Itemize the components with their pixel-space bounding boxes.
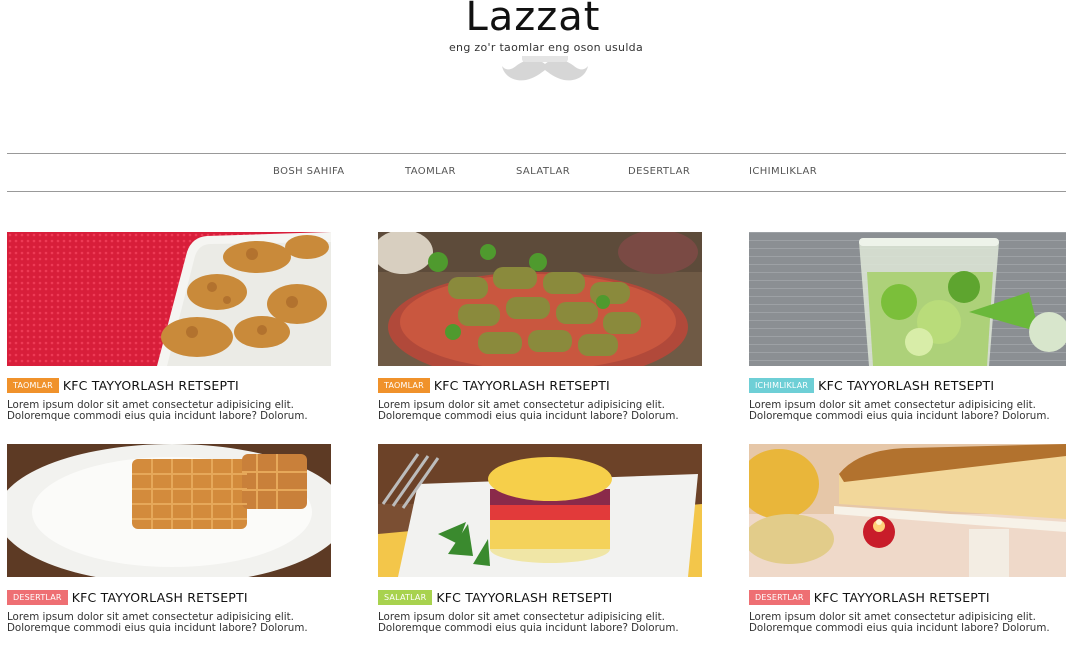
card-meta: ICHIMLIKLAR KFC TAYYORLASH RETSEPTI: [749, 375, 994, 394]
category-badge[interactable]: ICHIMLIKLAR: [749, 378, 815, 393]
nav-item-salatlar[interactable]: SALATLAR: [516, 166, 570, 177]
card-excerpt-line: Doloremque commodi eius quia incidunt la…: [749, 410, 1050, 422]
card-title[interactable]: KFC TAYYORLASH RETSEPTI: [72, 590, 248, 605]
site-header: Lazzat eng zo'r taomlar eng oson usulda: [0, 0, 1066, 110]
recipe-card[interactable]: TAOMLAR KFC TAYYORLASH RETSEPTI Lorem ips…: [7, 232, 331, 432]
nav-item-taomlar[interactable]: TAOMLAR: [405, 166, 456, 177]
card-meta: DESERTLAR KFC TAYYORLASH RETSEPTI: [749, 587, 990, 606]
category-badge[interactable]: DESERTLAR: [749, 590, 810, 605]
nav-item-ichimliklar[interactable]: ICHIMLIKLAR: [749, 166, 817, 177]
dolma-image[interactable]: [378, 232, 702, 366]
card-excerpt-line: Doloremque commodi eius quia incidunt la…: [378, 622, 679, 634]
main-navigation: BOSH SAHIFA TAOMLAR SALATLAR DESERTLAR I…: [7, 153, 1066, 192]
card-excerpt: Lorem ipsum dolor sit amet consectetur a…: [7, 612, 337, 634]
card-title[interactable]: KFC TAYYORLASH RETSEPTI: [63, 378, 239, 393]
nav-item-bosh-sahifa[interactable]: BOSH SAHIFA: [273, 166, 345, 177]
card-title[interactable]: KFC TAYYORLASH RETSEPTI: [814, 590, 990, 605]
site-tagline: eng zo'r taomlar eng oson usulda: [448, 41, 643, 54]
mustache-logo-icon: [502, 56, 588, 81]
card-excerpt-line: Doloremque commodi eius quia incidunt la…: [378, 410, 679, 422]
site-logo-title[interactable]: Lazzat: [0, 0, 1066, 40]
card-excerpt: Lorem ipsum dolor sit amet consectetur a…: [749, 612, 1066, 634]
card-meta: SALATLAR KFC TAYYORLASH RETSEPTI: [378, 587, 612, 606]
card-title[interactable]: KFC TAYYORLASH RETSEPTI: [818, 378, 994, 393]
mojito-drink-image[interactable]: [749, 232, 1066, 366]
category-badge[interactable]: SALATLAR: [378, 590, 433, 605]
recipe-card[interactable]: ICHIMLIKLAR KFC TAYYORLASH RETSEPTI Lorem…: [749, 232, 1066, 432]
card-excerpt: Lorem ipsum dolor sit amet consectetur a…: [7, 400, 337, 422]
recipe-card[interactable]: SALATLAR KFC TAYYORLASH RETSEPTI Lorem ip…: [378, 444, 702, 644]
waffles-image[interactable]: [7, 444, 331, 577]
card-meta: TAOMLAR KFC TAYYORLASH RETSEPTI: [378, 375, 610, 394]
card-excerpt-line: Doloremque commodi eius quia incidunt la…: [7, 622, 308, 634]
category-badge[interactable]: TAOMLAR: [378, 378, 430, 393]
card-meta: DESERTLAR KFC TAYYORLASH RETSEPTI: [7, 587, 248, 606]
cheesecake-image[interactable]: [749, 444, 1066, 577]
card-excerpt-line: Doloremque commodi eius quia incidunt la…: [749, 622, 1050, 634]
card-title[interactable]: KFC TAYYORLASH RETSEPTI: [436, 590, 612, 605]
recipe-card[interactable]: TAOMLAR KFC TAYYORLASH RETSEPTI Lorem ips…: [378, 232, 702, 432]
card-excerpt-line: Doloremque commodi eius quia incidunt la…: [7, 410, 308, 422]
layered-salad-image[interactable]: [378, 444, 702, 577]
category-badge[interactable]: DESERTLAR: [7, 590, 68, 605]
nav-item-desertlar[interactable]: DESERTLAR: [628, 166, 690, 177]
fried-chicken-image[interactable]: [7, 232, 331, 366]
recipe-card[interactable]: DESERTLAR KFC TAYYORLASH RETSEPTI Lorem i…: [7, 444, 331, 644]
card-excerpt: Lorem ipsum dolor sit amet consectetur a…: [378, 612, 708, 634]
recipe-card[interactable]: DESERTLAR KFC TAYYORLASH RETSEPTI Lorem i…: [749, 444, 1066, 644]
card-title[interactable]: KFC TAYYORLASH RETSEPTI: [434, 378, 610, 393]
card-excerpt: Lorem ipsum dolor sit amet consectetur a…: [378, 400, 708, 422]
category-badge[interactable]: TAOMLAR: [7, 378, 59, 393]
card-meta: TAOMLAR KFC TAYYORLASH RETSEPTI: [7, 375, 239, 394]
card-excerpt: Lorem ipsum dolor sit amet consectetur a…: [749, 400, 1066, 422]
